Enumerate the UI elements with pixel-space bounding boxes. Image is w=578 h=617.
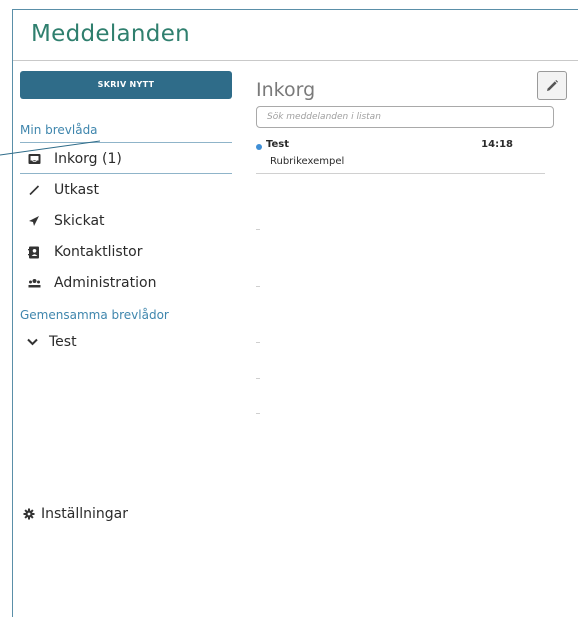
placeholder-mark xyxy=(256,413,260,414)
settings-link[interactable]: Inställningar xyxy=(22,506,128,522)
settings-label: Inställningar xyxy=(41,506,129,522)
window-border-left xyxy=(12,9,13,617)
app-title: Meddelanden xyxy=(31,21,191,47)
placeholder-mark xyxy=(256,378,260,379)
sidebar-item-sent[interactable]: Skickat xyxy=(20,207,232,235)
window-border-top xyxy=(12,9,578,10)
message-row[interactable]: Test 14:18 Rubrikexempel xyxy=(256,138,545,174)
sidebar-item-label: Inkorg (1) xyxy=(54,151,122,167)
pencil-icon xyxy=(545,79,559,93)
message-sender: Test xyxy=(266,139,290,150)
placeholder-mark xyxy=(256,286,260,287)
shared-mailbox-test[interactable]: Test xyxy=(20,328,232,356)
my-mailbox-heading: Min brevlåda xyxy=(20,123,98,137)
chevron-down-icon xyxy=(25,335,39,349)
message-time: 14:18 xyxy=(481,139,513,150)
paper-plane-icon xyxy=(27,214,41,228)
contact-book-icon xyxy=(27,245,41,259)
sidebar-item-label: Kontaktlistor xyxy=(54,244,143,260)
shared-mailboxes-heading: Gemensamma brevlådor xyxy=(20,308,169,322)
unread-indicator xyxy=(256,144,262,150)
page-title: Inkorg xyxy=(256,79,316,101)
message-subject: Rubrikexempel xyxy=(270,156,345,167)
sidebar-item-inbox[interactable]: Inkorg (1) xyxy=(20,145,232,173)
sidebar-item-label: Skickat xyxy=(54,213,105,229)
sidebar-item-label: Test xyxy=(49,334,77,350)
sidebar-item-label: Utkast xyxy=(54,182,99,198)
sidebar-item-contact-lists[interactable]: Kontaktlistor xyxy=(20,238,232,266)
pencil-icon xyxy=(27,183,41,197)
placeholder-mark xyxy=(256,229,260,230)
placeholder-mark xyxy=(256,342,260,343)
sidebar-item-administration[interactable]: Administration xyxy=(20,269,232,297)
message-divider xyxy=(256,173,545,174)
search-input[interactable] xyxy=(256,106,554,128)
header-divider xyxy=(13,60,578,61)
sidebar-item-drafts[interactable]: Utkast xyxy=(20,176,232,204)
inbox-icon xyxy=(27,152,41,166)
compose-button[interactable]: SKRIV NYTT xyxy=(20,71,232,99)
nav-divider xyxy=(20,173,232,174)
sidebar-item-label: Administration xyxy=(54,275,157,291)
gear-icon xyxy=(22,507,36,521)
edit-button[interactable] xyxy=(537,71,567,100)
users-icon xyxy=(27,276,41,290)
